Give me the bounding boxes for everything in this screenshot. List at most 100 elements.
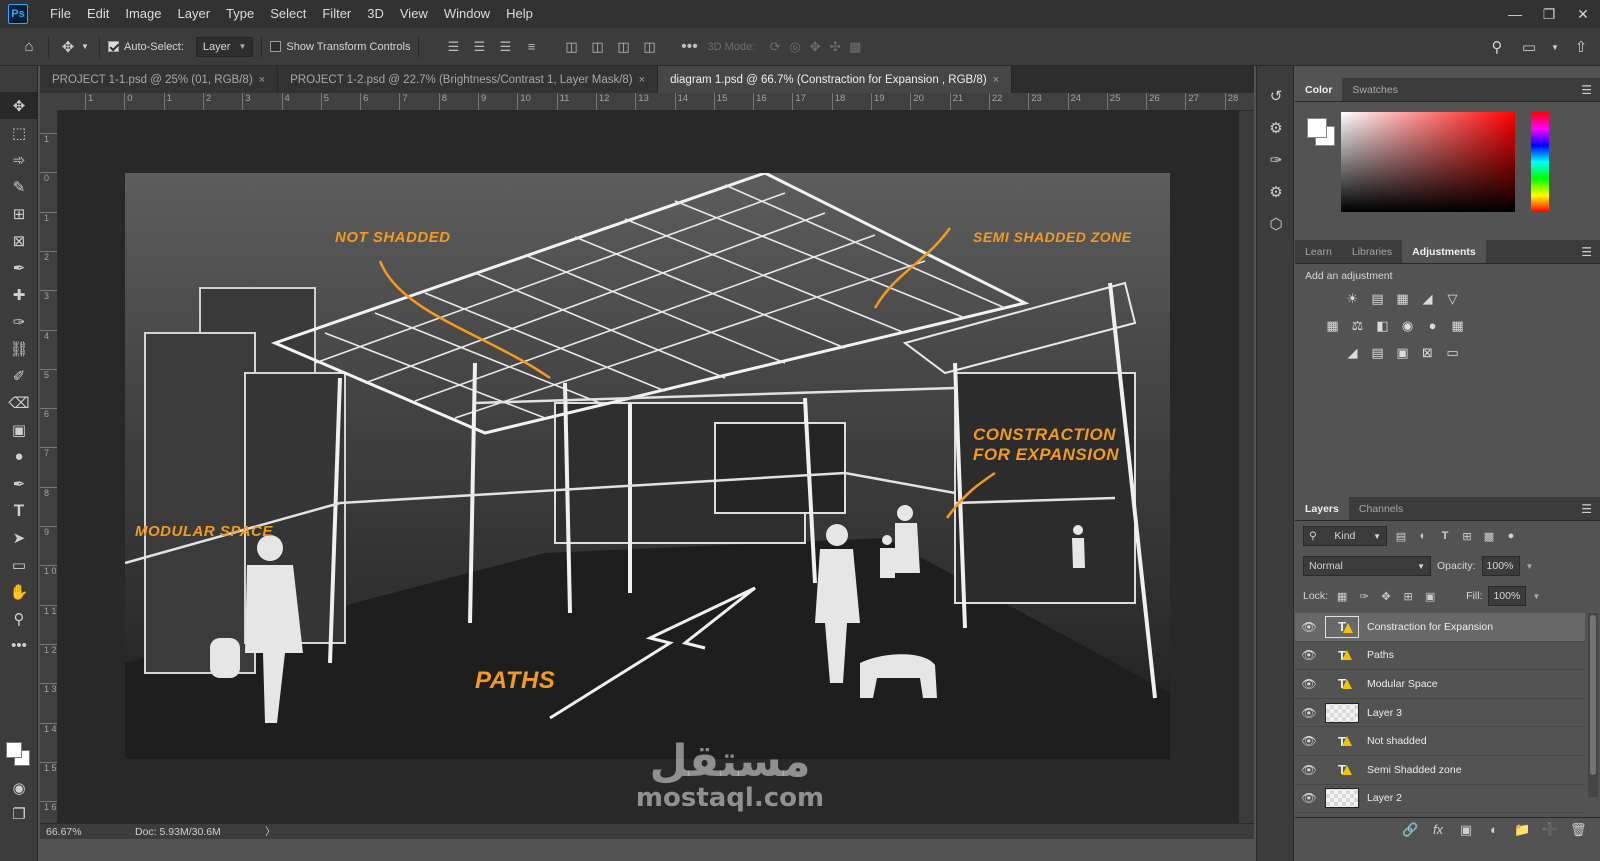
- close-tab-icon[interactable]: ×: [993, 74, 999, 86]
- document-artwork[interactable]: Not shadded Semi shadded zone Constracti…: [125, 173, 1170, 759]
- visibility-eye-icon[interactable]: 👁: [1295, 734, 1323, 748]
- menu-edit[interactable]: Edit: [79, 0, 117, 28]
- checkbox-unchecked-icon[interactable]: [270, 41, 282, 52]
- panel-menu-icon[interactable]: ☰: [1581, 502, 1592, 516]
- layers-scrollbar[interactable]: [1588, 613, 1598, 797]
- brightness-icon[interactable]: ☀: [1343, 289, 1362, 308]
- brush-tool-icon[interactable]: ✑: [0, 308, 38, 335]
- lock-position-icon[interactable]: ✥: [1378, 588, 1394, 604]
- status-expand-icon[interactable]: 〉: [265, 824, 276, 839]
- threshold-icon[interactable]: ▣: [1393, 343, 1412, 362]
- share-icon[interactable]: ⇧: [1570, 36, 1592, 58]
- close-tab-icon[interactable]: ×: [639, 74, 645, 86]
- align-bottom-icon[interactable]: ◫: [613, 37, 633, 57]
- search-icon[interactable]: ⚲: [1486, 36, 1508, 58]
- more-options-icon[interactable]: •••: [679, 37, 699, 57]
- filter-shape-icon[interactable]: ⊞: [1459, 528, 1475, 544]
- foreground-color-swatch[interactable]: [6, 742, 22, 758]
- menu-select[interactable]: Select: [262, 0, 314, 28]
- menu-window[interactable]: Window: [436, 0, 498, 28]
- eyedropper-tool-icon[interactable]: ✒: [0, 254, 38, 281]
- vibrance-icon[interactable]: ▽: [1443, 289, 1462, 308]
- hue-slider[interactable]: [1531, 112, 1549, 212]
- menu-3d[interactable]: 3D: [359, 0, 392, 28]
- visibility-eye-icon[interactable]: 👁: [1295, 706, 1323, 720]
- panel-menu-icon[interactable]: ☰: [1581, 245, 1592, 259]
- ruler-horizontal[interactable]: 1 0 1 2 3 4 5 6 7 8 9 10 11 12 13 14 15 16 17 18 19 20 21 22 23 2…: [58, 93, 1254, 111]
- new-adjustment-layer-icon[interactable]: ◐: [1486, 822, 1502, 837]
- tab-color[interactable]: Color: [1295, 78, 1343, 101]
- filter-adjustment-icon[interactable]: ◐: [1415, 528, 1431, 544]
- align-right-icon[interactable]: ☰: [495, 37, 515, 57]
- menu-file[interactable]: File: [42, 0, 79, 28]
- layer-row[interactable]: 👁 Layer 2: [1295, 785, 1585, 814]
- crop-tool-icon[interactable]: ⊞: [0, 200, 38, 227]
- chevron-down-icon[interactable]: ▼: [1526, 562, 1534, 571]
- auto-select-checkbox[interactable]: Auto-Select:: [108, 41, 184, 53]
- black-white-icon[interactable]: ◧: [1373, 316, 1392, 335]
- properties-panel-icon[interactable]: ⚙: [1257, 112, 1295, 144]
- color-picker-field[interactable]: [1341, 112, 1515, 212]
- clone-stamp-tool-icon[interactable]: ⛓: [0, 335, 38, 362]
- align-left-icon[interactable]: ☰: [443, 37, 463, 57]
- frame-tool-icon[interactable]: ⊠: [0, 227, 38, 254]
- blur-tool-icon[interactable]: ●: [0, 443, 38, 470]
- history-panel-icon[interactable]: ↺: [1257, 80, 1295, 112]
- hand-tool-icon[interactable]: ✋: [0, 578, 38, 605]
- photo-filter-icon[interactable]: ◉: [1398, 316, 1417, 335]
- layer-row[interactable]: 👁 T Modular Space: [1295, 670, 1585, 699]
- color-lookup-icon[interactable]: ▦: [1448, 316, 1467, 335]
- lock-transparent-icon[interactable]: ▦: [1334, 588, 1350, 604]
- filter-type-icon[interactable]: T: [1437, 528, 1453, 544]
- gradient-map-icon[interactable]: ▭: [1443, 343, 1462, 362]
- menu-filter[interactable]: Filter: [314, 0, 359, 28]
- blend-mode-dropdown[interactable]: Normal ▼: [1303, 556, 1431, 576]
- gradient-tool-icon[interactable]: ▣: [0, 416, 38, 443]
- 3d-pan-icon[interactable]: ✥: [805, 37, 825, 57]
- align-middle-v-icon[interactable]: ◫: [587, 37, 607, 57]
- filter-pixel-icon[interactable]: ▤: [1393, 528, 1409, 544]
- menu-help[interactable]: Help: [498, 0, 541, 28]
- tab-project-1-2[interactable]: PROJECT 1-2.psd @ 22.7% (Brightness/Cont…: [278, 66, 659, 93]
- lasso-tool-icon[interactable]: ➾: [0, 146, 38, 173]
- close-window-icon[interactable]: ✕: [1566, 0, 1600, 28]
- lock-image-icon[interactable]: ✑: [1356, 588, 1372, 604]
- minimize-icon[interactable]: —: [1498, 0, 1532, 28]
- menu-type[interactable]: Type: [218, 0, 262, 28]
- new-group-folder-icon[interactable]: 📁: [1514, 822, 1530, 838]
- canvas-workspace[interactable]: Not shadded Semi shadded zone Constracti…: [58, 111, 1238, 827]
- layer-row[interactable]: 👁 T Not shadded: [1295, 727, 1585, 756]
- 3d-orbit-icon[interactable]: ⟳: [765, 37, 785, 57]
- checkbox-checked-icon[interactable]: [108, 41, 119, 52]
- quick-select-tool-icon[interactable]: ✎: [0, 173, 38, 200]
- zoom-tool-icon[interactable]: ⚲: [0, 605, 38, 632]
- channel-mixer-icon[interactable]: ●: [1423, 316, 1442, 335]
- color-foreground-swatch[interactable]: [1307, 118, 1327, 138]
- auto-select-target-dropdown[interactable]: Layer ▼: [195, 36, 254, 57]
- visibility-eye-icon[interactable]: 👁: [1295, 620, 1323, 634]
- layer-row[interactable]: 👁 T Constraction for Expansion: [1295, 613, 1585, 642]
- 3d-panel-icon[interactable]: ⬡: [1257, 208, 1295, 240]
- layer-style-fx-icon[interactable]: fx: [1430, 822, 1446, 837]
- new-layer-icon[interactable]: ➕: [1542, 822, 1558, 838]
- ruler-vertical[interactable]: 101234567891 01 11 21 31 41 51 6: [40, 111, 58, 827]
- layer-row[interactable]: 👁 T Semi Shadded zone: [1295, 756, 1585, 785]
- tab-project-1-1[interactable]: PROJECT 1-1.psd @ 25% (01, RGB/8) ×: [40, 66, 279, 93]
- exposure-icon[interactable]: ◢: [1418, 289, 1437, 308]
- chevron-down-icon[interactable]: ▼: [1550, 36, 1560, 58]
- distribute-h-icon[interactable]: ≡: [521, 37, 541, 57]
- restore-icon[interactable]: ❐: [1532, 0, 1566, 28]
- lock-artboard-icon[interactable]: ⊞: [1400, 588, 1416, 604]
- pen-tool-icon[interactable]: ✒: [0, 470, 38, 497]
- visibility-eye-icon[interactable]: 👁: [1295, 763, 1323, 777]
- 3d-slide-icon[interactable]: ✣: [825, 37, 845, 57]
- panel-menu-icon[interactable]: ☰: [1581, 83, 1592, 97]
- filter-toggle-icon[interactable]: ●: [1503, 528, 1519, 544]
- visibility-eye-icon[interactable]: 👁: [1295, 648, 1323, 662]
- zoom-level[interactable]: 66.67%: [40, 826, 135, 838]
- filter-smart-object-icon[interactable]: ▩: [1481, 528, 1497, 544]
- menu-view[interactable]: View: [392, 0, 436, 28]
- scrollbar-thumb[interactable]: [1590, 615, 1596, 775]
- layer-row[interactable]: 👁 Layer 3: [1295, 699, 1585, 728]
- lock-all-icon[interactable]: ▣: [1422, 588, 1438, 604]
